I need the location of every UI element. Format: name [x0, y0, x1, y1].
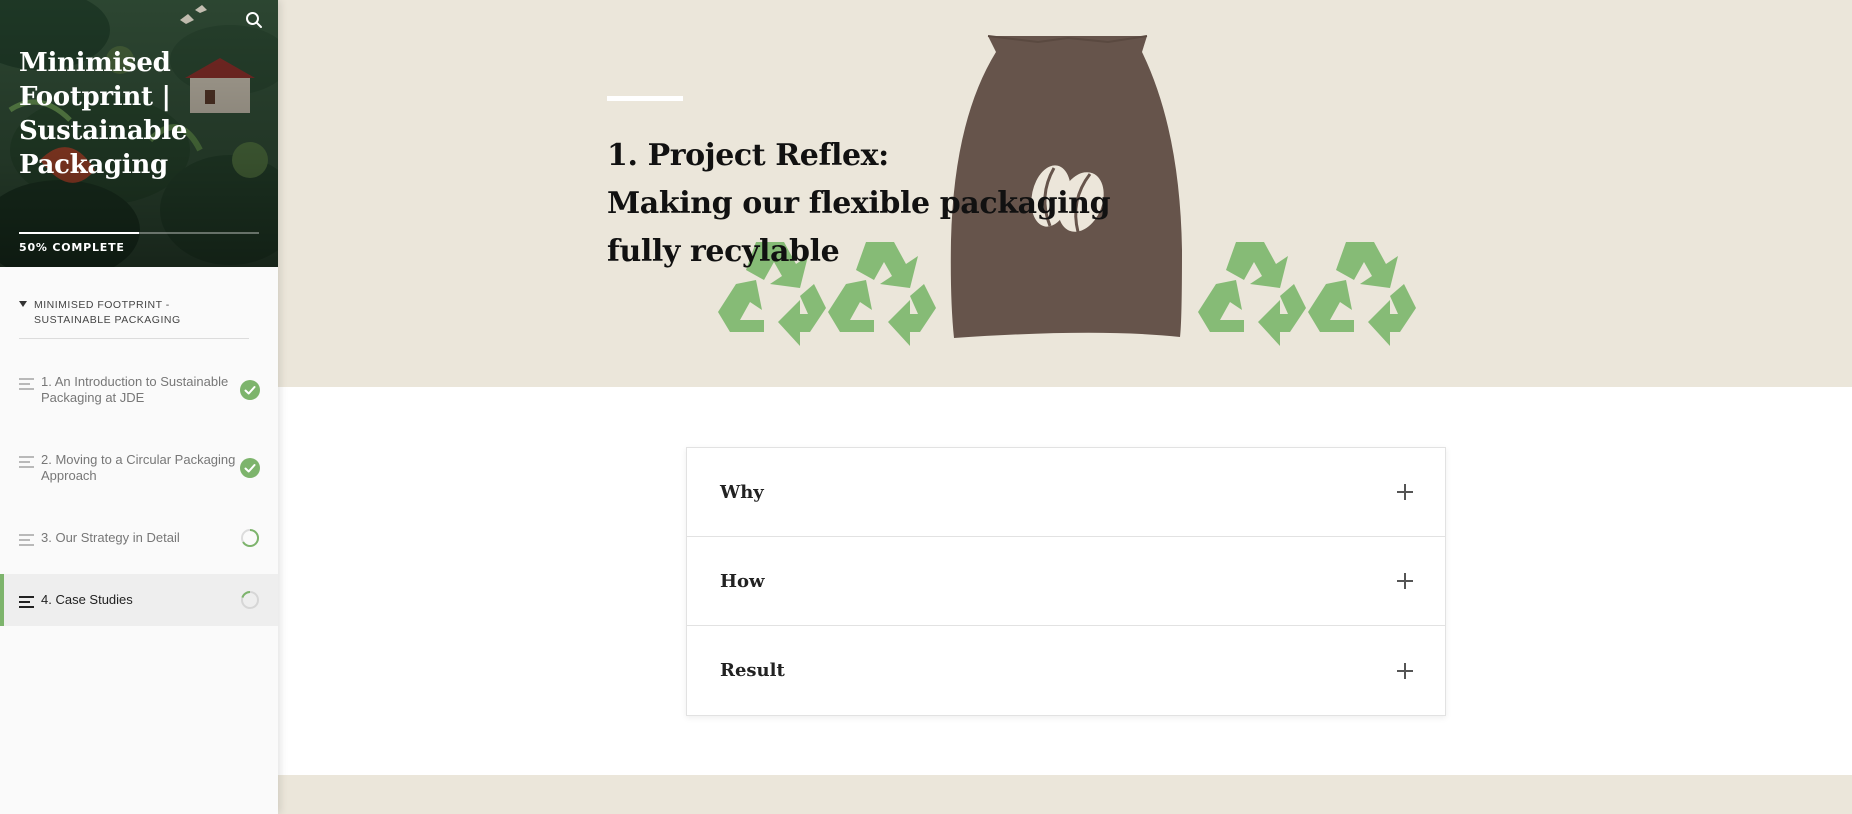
search-icon	[246, 12, 262, 28]
course-progress-fill	[19, 232, 139, 234]
accordion-title: Why	[720, 481, 764, 503]
lesson-lines-icon	[19, 456, 34, 471]
plus-icon	[1397, 484, 1413, 500]
lesson-lines-icon	[19, 534, 34, 549]
course-progress-bar	[19, 232, 259, 234]
accordion-item-why[interactable]: Why	[687, 448, 1445, 537]
accordion-title: How	[720, 570, 765, 592]
title-divider	[607, 96, 683, 101]
lesson-lines-icon	[19, 596, 34, 611]
lesson-item-3[interactable]: 3. Our Strategy in Detail	[0, 528, 278, 550]
lesson-title: 1. Project Reflex: Making our flexible p…	[607, 132, 1127, 276]
plus-icon	[1397, 573, 1413, 589]
lesson-title-line-2: Making our flexible packaging	[607, 186, 1111, 221]
lesson-item-1[interactable]: 1. An Introduction to Sustainable Packag…	[0, 374, 278, 405]
check-icon	[240, 458, 260, 478]
progress-ring-icon	[241, 591, 259, 609]
lesson-label: 3. Our Strategy in Detail	[41, 530, 180, 545]
lesson-lines-icon	[19, 378, 34, 393]
plus-icon	[1397, 662, 1413, 679]
course-progress-label: 50% COMPLETE	[19, 241, 125, 254]
lesson-item-4[interactable]: 4. Case Studies	[0, 574, 278, 626]
next-block-band	[278, 775, 1852, 814]
lesson-title-line-1: 1. Project Reflex:	[607, 138, 889, 173]
caret-down-icon	[19, 301, 27, 307]
accordion-item-result[interactable]: Result	[687, 626, 1445, 715]
lesson-label: 2. Moving to a Circular Packaging Approa…	[41, 452, 236, 483]
section-label: MINIMISED FOOTPRINT - SUSTAINABLE PACKAG…	[34, 299, 181, 326]
search-button[interactable]	[242, 8, 266, 32]
accordion-title: Result	[720, 660, 785, 681]
lesson-content: 1. Project Reflex: Making our flexible p…	[278, 0, 1852, 814]
check-icon	[240, 380, 260, 400]
course-title: Minimised Footprint | Sustainable Packag…	[19, 48, 188, 180]
lesson-item-2[interactable]: 2. Moving to a Circular Packaging Approa…	[0, 452, 278, 483]
lesson-title-line-3: fully recylable	[607, 234, 840, 269]
accordion: Why How Result	[686, 447, 1446, 716]
lesson-label: 4. Case Studies	[41, 592, 133, 607]
progress-ring-icon	[241, 528, 259, 547]
course-sidebar: Minimised Footprint | Sustainable Packag…	[0, 0, 278, 814]
section-toggle[interactable]: MINIMISED FOOTPRINT - SUSTAINABLE PACKAG…	[19, 298, 249, 339]
accordion-item-how[interactable]: How	[687, 537, 1445, 626]
course-cover-image: Minimised Footprint | Sustainable Packag…	[0, 0, 278, 267]
lesson-hero: 1. Project Reflex: Making our flexible p…	[278, 0, 1852, 387]
lesson-label: 1. An Introduction to Sustainable Packag…	[41, 374, 229, 405]
